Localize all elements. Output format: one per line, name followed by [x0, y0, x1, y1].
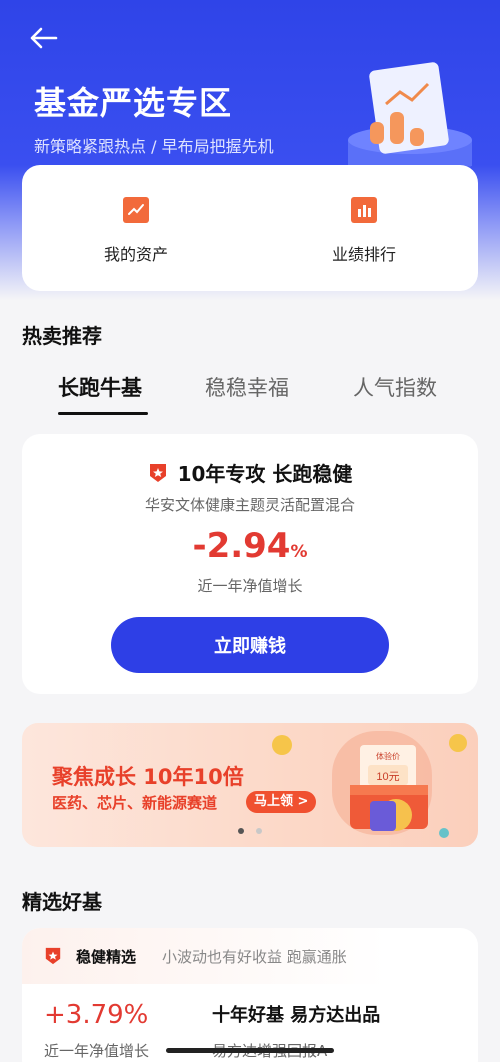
fund-tagline: 10年专攻 长跑稳健	[177, 462, 353, 486]
carousel-dot[interactable]	[256, 828, 262, 834]
pick-tag: 稳健精选	[76, 948, 137, 966]
pick-fund-card[interactable]: 稳健精选 小波动也有好收益 跑赢通胀 +3.79% 近一年净值增长 十年好基 易…	[22, 928, 478, 1062]
fund-return-label: 近一年净值增长	[197, 577, 303, 595]
tab-popular[interactable]: 人气指数	[353, 372, 437, 402]
pick-description: 小波动也有好收益 跑赢通胀	[162, 948, 347, 966]
ticket-top-text: 体验价	[376, 751, 400, 761]
banner-subtitle: 医药、芯片、新能源赛道	[52, 794, 218, 812]
shield-badge-icon	[45, 947, 61, 965]
page-title: 基金严选专区	[34, 84, 233, 122]
home-indicator[interactable]	[166, 1048, 334, 1053]
active-tab-indicator	[58, 412, 148, 415]
back-button[interactable]	[28, 24, 60, 52]
ticket-amount-text: 10元	[376, 771, 399, 783]
shield-badge-icon	[149, 463, 166, 482]
line-chart-icon	[123, 197, 149, 223]
performance-ranking-button[interactable]: 业绩排行	[250, 165, 478, 291]
fund-name: 华安文体健康主题灵活配置混合	[144, 496, 355, 514]
pick-return-label: 近一年净值增长	[44, 1042, 150, 1060]
my-assets-button[interactable]: 我的资产	[22, 165, 250, 291]
picks-section-title: 精选好基	[22, 890, 102, 914]
gift-illustration: 体验价 10元	[272, 731, 467, 838]
my-assets-label: 我的资产	[103, 245, 168, 264]
hot-section-title: 热卖推荐	[22, 324, 102, 348]
quick-actions-card: 我的资产 业绩排行	[22, 165, 478, 291]
tab-long-run[interactable]: 长跑牛基	[58, 372, 142, 402]
bar-chart-icon	[351, 197, 377, 223]
performance-ranking-label: 业绩排行	[331, 245, 396, 264]
fund-return-value: -2.94	[192, 526, 291, 566]
earn-now-button[interactable]: 立即赚钱	[111, 617, 389, 673]
page-subtitle: 新策略紧跟热点 / 早布局把握先机	[34, 137, 274, 156]
fund-card[interactable]: 10年专攻 长跑稳健 华安文体健康主题灵活配置混合 -2.94% 近一年净值增长…	[22, 434, 478, 694]
hero-illustration	[348, 62, 472, 178]
promo-banner[interactable]: 聚焦成长 10年10倍 医药、芯片、新能源赛道 马上领 > 体验价 10元	[22, 723, 478, 847]
fund-return: -2.94%	[22, 526, 478, 566]
pick-return-value: +3.79%	[44, 1000, 149, 1030]
carousel-dot-active[interactable]	[238, 828, 244, 834]
tab-steady[interactable]: 稳稳幸福	[205, 372, 289, 402]
fund-return-unit: %	[290, 542, 308, 562]
arrow-left-icon	[30, 27, 58, 49]
pick-headline: 十年好基 易方达出品	[212, 1005, 381, 1026]
banner-title: 聚焦成长 10年10倍	[52, 765, 244, 789]
